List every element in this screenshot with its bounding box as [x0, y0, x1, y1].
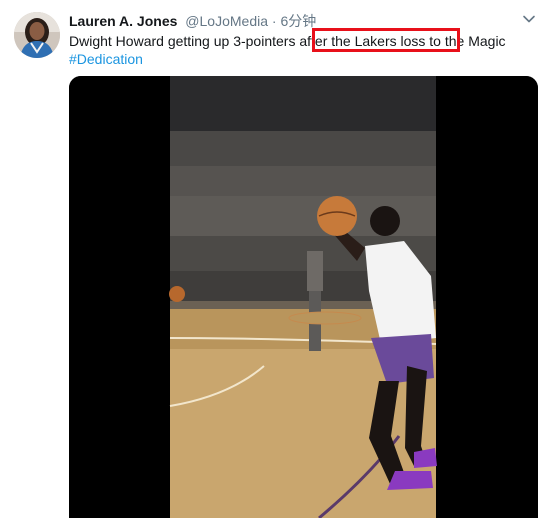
tweet-text-body: Dwight Howard getting up 3-pointers afte…: [69, 33, 506, 49]
author-display-name[interactable]: Lauren A. Jones: [69, 13, 177, 29]
tweet-video[interactable]: [69, 76, 538, 518]
tweet-timestamp[interactable]: 6分钟: [280, 13, 316, 29]
tweet-header: Lauren A. Jones @LoJoMedia · 6分钟: [69, 11, 316, 31]
chevron-down-icon[interactable]: [522, 12, 536, 26]
hashtag-link[interactable]: #Dedication: [69, 51, 143, 67]
basketball-video-icon: [69, 76, 538, 518]
header-separator: ·: [268, 13, 281, 29]
tweet-text: Dwight Howard getting up 3-pointers afte…: [69, 32, 514, 68]
tweet-card[interactable]: Lauren A. Jones @LoJoMedia · 6分钟 Dwight …: [0, 0, 540, 518]
avatar-icon: [14, 12, 60, 58]
author-handle[interactable]: @LoJoMedia: [185, 13, 268, 29]
avatar[interactable]: [14, 12, 60, 58]
